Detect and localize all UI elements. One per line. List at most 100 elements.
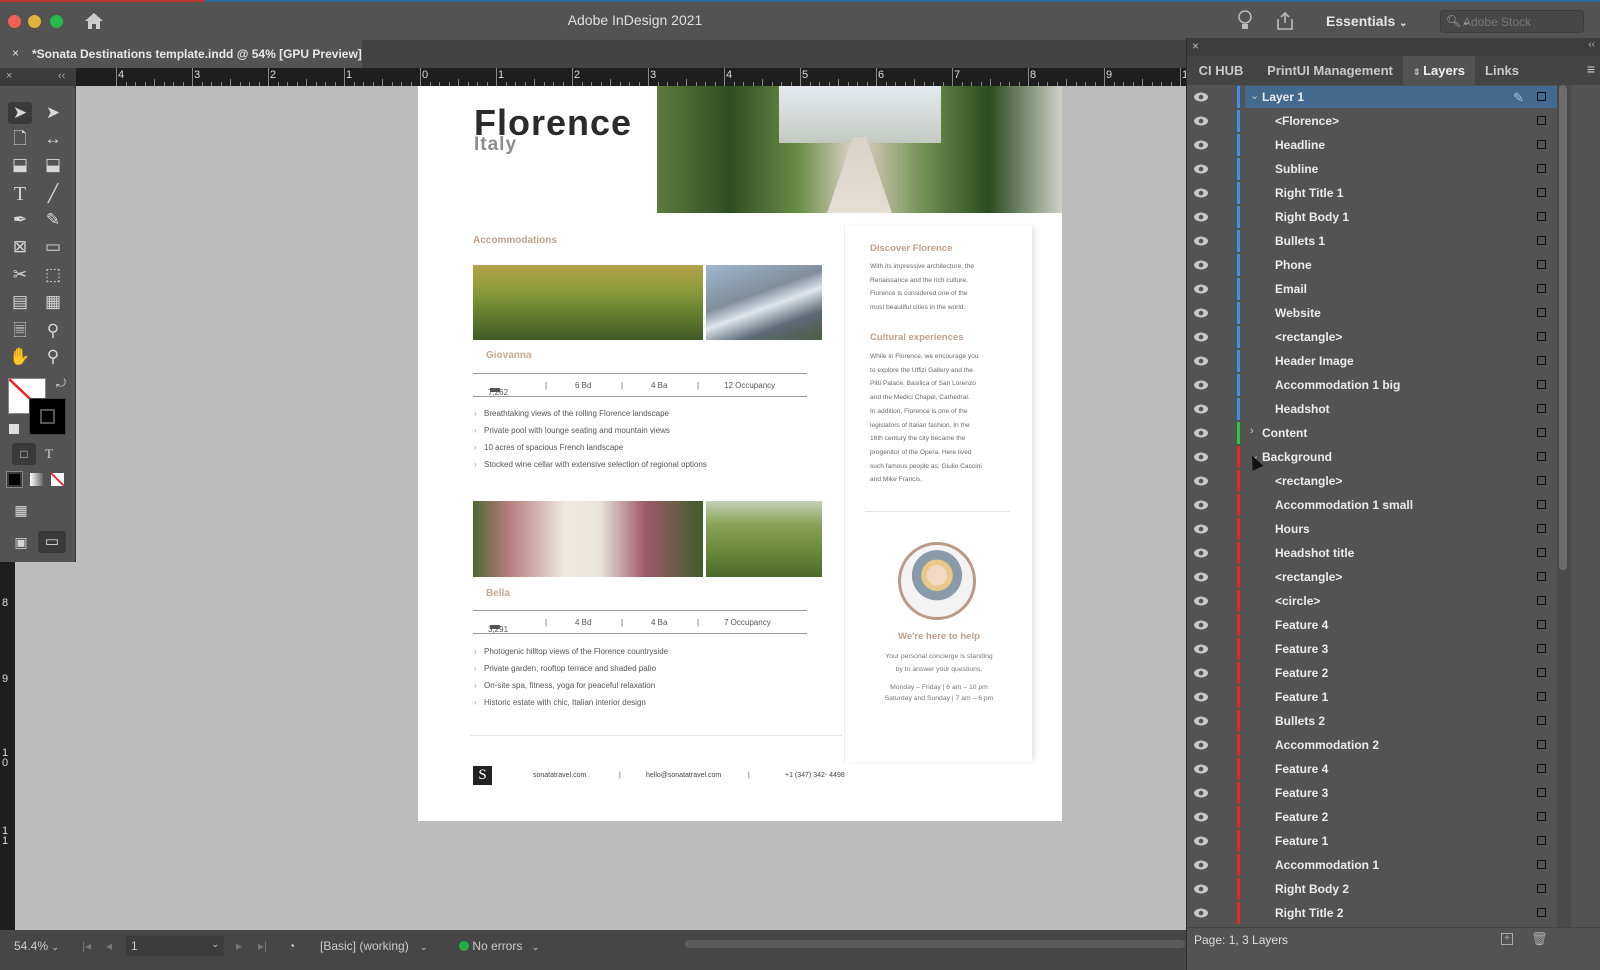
previous-page-button[interactable]: ◂ xyxy=(106,939,112,953)
tab-printui-management[interactable]: PrintUI Management xyxy=(1255,56,1405,85)
select-layer-square[interactable] xyxy=(1537,644,1546,653)
stroke-swatch[interactable] xyxy=(29,398,66,435)
select-layer-square[interactable] xyxy=(1537,476,1546,485)
eye-icon[interactable] xyxy=(1193,593,1209,609)
layer-row[interactable]: Email xyxy=(1187,277,1557,301)
adobe-stock-search[interactable]: 🔍︎⌄ Adobe Stock xyxy=(1440,10,1584,33)
eye-icon[interactable] xyxy=(1193,257,1209,273)
next-page-button[interactable]: ▸ xyxy=(236,939,242,953)
screen-mode-icon[interactable]: ▦ xyxy=(9,499,33,521)
eye-icon[interactable] xyxy=(1193,545,1209,561)
preflight-status[interactable]: No errors ⌄ xyxy=(459,939,539,953)
select-layer-square[interactable] xyxy=(1537,356,1546,365)
eye-icon[interactable] xyxy=(1193,809,1209,825)
lightbulb-icon[interactable] xyxy=(1237,10,1253,32)
select-layer-square[interactable] xyxy=(1537,188,1546,197)
eye-icon[interactable] xyxy=(1193,281,1209,297)
accommodation-1-stats[interactable]: 7,262 | 6 Bd | 4 Ba | 12 Occupancy xyxy=(473,373,807,397)
formatting-container-button[interactable]: □ xyxy=(12,443,36,465)
preflight-icon[interactable]: ◔ xyxy=(288,939,295,953)
select-layer-square[interactable] xyxy=(1537,404,1546,413)
layer-row[interactable]: Right Body 2 xyxy=(1187,877,1557,901)
apply-gradient-button[interactable] xyxy=(30,473,43,486)
rectangle-tool[interactable]: ▭ xyxy=(41,236,65,258)
horizontal-scrollbar[interactable] xyxy=(685,940,1185,948)
accommodation-1-name[interactable]: Giovanna xyxy=(486,350,532,361)
close-panel-icon[interactable]: × xyxy=(1192,39,1199,53)
layer-row[interactable]: Right Body 1 xyxy=(1187,205,1557,229)
layer-row[interactable]: Feature 2 xyxy=(1187,661,1557,685)
collapse-toolbox-icon[interactable]: ‹‹ xyxy=(58,70,65,82)
select-layer-square[interactable] xyxy=(1537,500,1546,509)
select-layer-square[interactable] xyxy=(1537,788,1546,797)
chevron-down-icon[interactable]: ⌄ xyxy=(1250,89,1259,102)
layer-row[interactable]: Header Image xyxy=(1187,349,1557,373)
select-layer-square[interactable] xyxy=(1537,308,1546,317)
eye-icon[interactable] xyxy=(1193,521,1209,537)
headshot-image[interactable] xyxy=(898,542,976,620)
formatting-text-button[interactable]: T xyxy=(37,443,61,465)
layer-row[interactable]: Feature 1 xyxy=(1187,685,1557,709)
right-body-2[interactable]: While in Florence, we encourage you to ex… xyxy=(870,350,1010,487)
eyedropper-tool[interactable]: ⚲ xyxy=(41,320,65,342)
type-tool[interactable]: T xyxy=(8,183,32,205)
eye-icon[interactable] xyxy=(1193,353,1209,369)
page-number-field[interactable]: 1 ⌄ xyxy=(126,936,224,956)
select-layer-square[interactable] xyxy=(1537,428,1546,437)
select-layer-square[interactable] xyxy=(1537,716,1546,725)
eye-icon[interactable] xyxy=(1193,785,1209,801)
eye-icon[interactable] xyxy=(1193,425,1209,441)
eye-icon[interactable] xyxy=(1193,89,1209,105)
layer-row[interactable]: Accommodation 1 small xyxy=(1187,493,1557,517)
layer-row[interactable]: <rectangle> xyxy=(1187,325,1557,349)
document-tab[interactable]: × *Sonata Destinations template.indd @ 5… xyxy=(0,40,362,68)
select-layer-square[interactable] xyxy=(1537,380,1546,389)
email[interactable]: hello@sonatatravel.com xyxy=(646,772,721,779)
accommodation-2-small-image[interactable] xyxy=(706,501,822,577)
page-tool[interactable]: 🗋 xyxy=(8,128,32,150)
content-collector-tool[interactable]: ⬓ xyxy=(8,154,32,176)
tab-links[interactable]: Links xyxy=(1477,56,1527,85)
select-layer-square[interactable] xyxy=(1537,236,1546,245)
swap-fill-stroke-icon[interactable]: ⤾ xyxy=(56,376,66,391)
layer-row[interactable]: Right Title 2 xyxy=(1187,901,1557,925)
chevron-right-icon[interactable]: › xyxy=(1250,425,1254,437)
line-tool[interactable]: ╱ xyxy=(41,183,65,205)
select-layer-square[interactable] xyxy=(1537,164,1546,173)
vertical-ruler[interactable]: 8 9 10 11 xyxy=(0,560,15,930)
select-layer-square[interactable] xyxy=(1537,884,1546,893)
subline[interactable]: Italy xyxy=(474,134,517,156)
close-tab-icon[interactable]: × xyxy=(12,46,19,60)
eye-icon[interactable] xyxy=(1193,665,1209,681)
layer-row[interactable]: Subline xyxy=(1187,157,1557,181)
note-tool[interactable]: 🗏 xyxy=(8,320,32,342)
eye-icon[interactable] xyxy=(1193,881,1209,897)
layer-row[interactable]: Bullets 2 xyxy=(1187,709,1557,733)
eye-icon[interactable] xyxy=(1193,617,1209,633)
layer-row[interactable]: <rectangle> xyxy=(1187,565,1557,589)
eye-icon[interactable] xyxy=(1193,761,1209,777)
select-layer-square[interactable] xyxy=(1537,620,1546,629)
zoom-tool[interactable]: ⚲ xyxy=(41,346,65,368)
eye-icon[interactable] xyxy=(1193,689,1209,705)
eye-icon[interactable] xyxy=(1193,233,1209,249)
layer-row[interactable]: Headshot title xyxy=(1187,541,1557,565)
eye-icon[interactable] xyxy=(1193,497,1209,513)
right-body-1[interactable]: With its impressive architecture, the Ren… xyxy=(870,260,1010,315)
layer-row[interactable]: Accommodation 1 big xyxy=(1187,373,1557,397)
layer-row[interactable]: <rectangle> xyxy=(1187,469,1557,493)
layer-row[interactable]: ⌄ Background xyxy=(1187,445,1557,469)
rectangle-frame-tool[interactable]: ⊠ xyxy=(8,236,32,258)
right-title-1[interactable]: Discover Florence xyxy=(870,243,952,254)
layer-row[interactable]: Accommodation 1 xyxy=(1187,853,1557,877)
collapse-panel-icon[interactable]: ‹‹ xyxy=(1588,39,1595,50)
scissors-tool[interactable]: ✂ xyxy=(8,264,32,286)
gradient-feather-tool[interactable]: ▦ xyxy=(41,291,65,313)
last-page-button[interactable]: ▸| xyxy=(258,939,267,953)
layer-row[interactable]: Accommodation 2 xyxy=(1187,733,1557,757)
eye-icon[interactable] xyxy=(1193,185,1209,201)
content-placer-tool[interactable]: ⬓ xyxy=(41,154,65,176)
zoom-level[interactable]: 54.4% ⌄ xyxy=(14,939,59,953)
accommodation-2-name[interactable]: Bella xyxy=(486,588,510,599)
select-layer-square[interactable] xyxy=(1537,908,1546,917)
